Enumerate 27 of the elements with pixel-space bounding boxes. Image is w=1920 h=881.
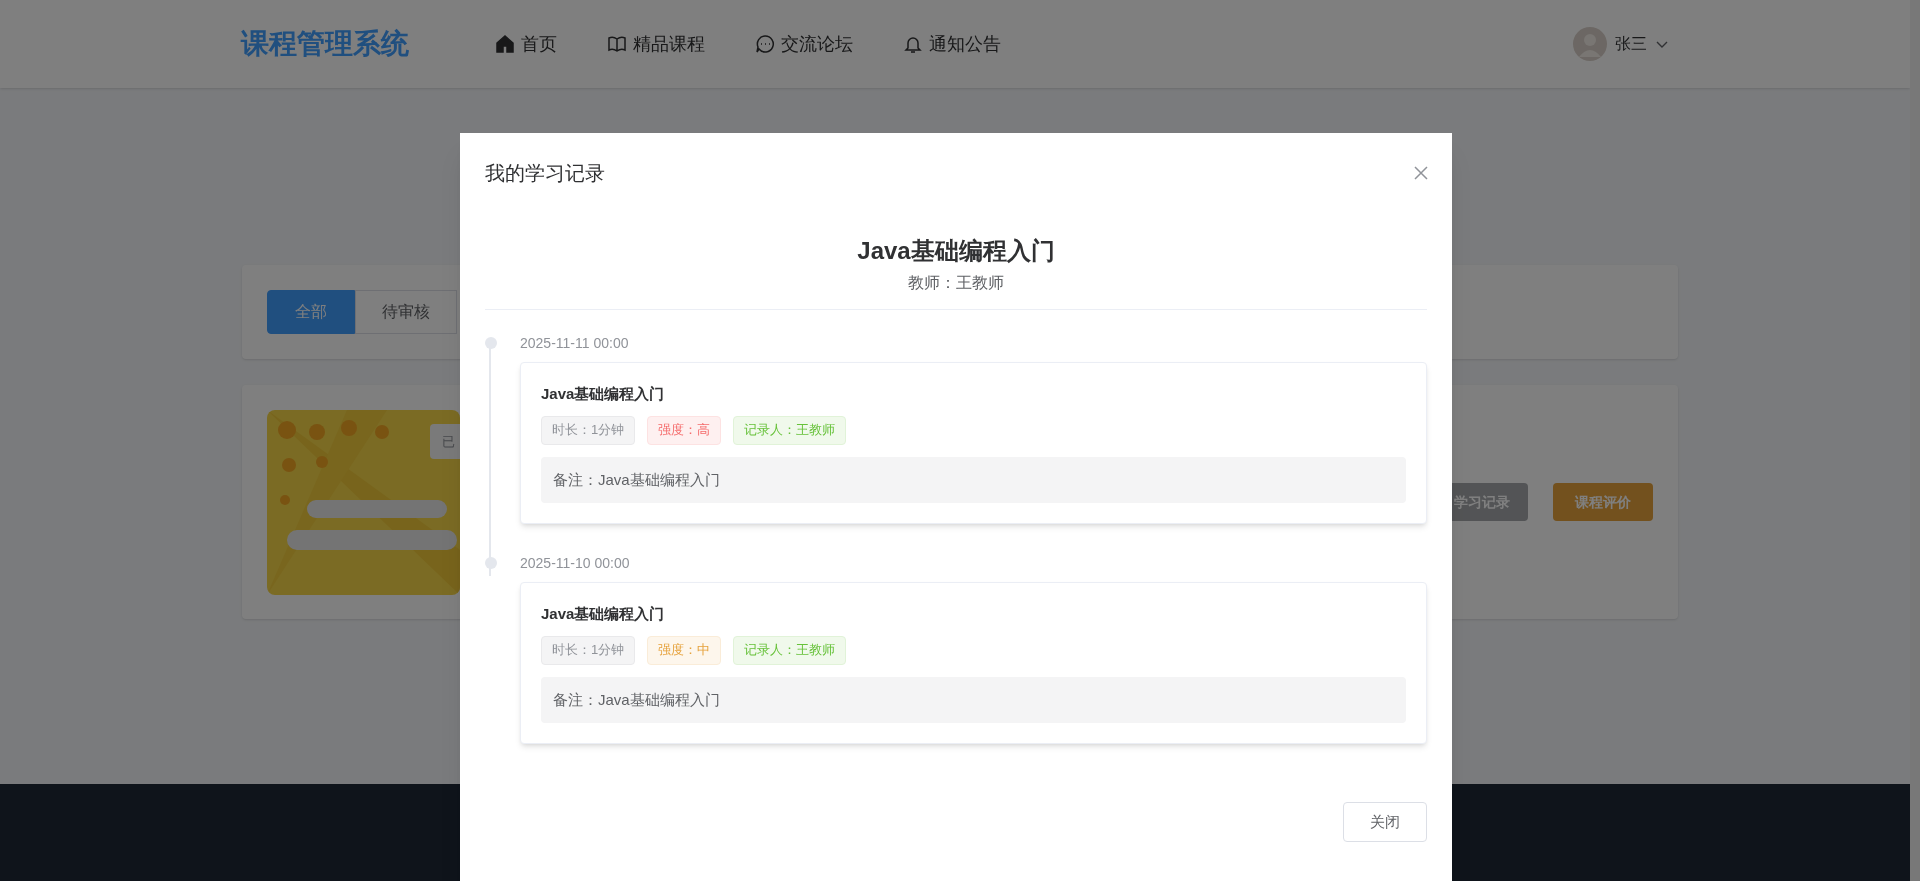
record-tag: 时长：1分钟 [541, 415, 636, 445]
filter-tab[interactable]: 待审核 [355, 290, 457, 334]
record-tag: 记录人：王教师 [733, 635, 847, 665]
book-icon [607, 34, 627, 54]
nav-link[interactable]: 精品课程 [633, 30, 705, 58]
record-title: Java基础编程入门 [541, 604, 666, 624]
dialog-title: 我的学习记录 [485, 161, 605, 186]
record-tag: 强度：中 [647, 635, 722, 665]
teacher-name: 教师：王教师 [908, 273, 1004, 293]
record-title: Java基础编程入门 [541, 384, 666, 404]
nav-link[interactable]: 首页 [521, 30, 557, 58]
record-tag: 强度：高 [647, 415, 722, 445]
home-icon [495, 34, 515, 54]
chat-bubble-icon [755, 34, 775, 54]
record-tag: 时长：1分钟 [541, 635, 636, 665]
close-button[interactable]: 关闭 [1343, 802, 1427, 842]
record-time: 2025-11-11 00:00 [520, 334, 630, 352]
record-note: 备注：Java基础编程入门 [541, 456, 1406, 503]
record-time: 2025-11-10 00:00 [520, 554, 631, 572]
nav-link[interactable]: 交流论坛 [781, 30, 853, 58]
nav-link[interactable]: 通知公告 [929, 30, 1001, 58]
record-note: 备注：Java基础编程入门 [541, 676, 1406, 723]
bell-icon [903, 34, 923, 54]
course-title: Java基础编程入门 [857, 236, 1055, 266]
user-name[interactable]: 张三 [1615, 32, 1647, 56]
record-tag: 记录人：王教师 [733, 415, 847, 445]
close-icon[interactable] [1413, 165, 1429, 181]
